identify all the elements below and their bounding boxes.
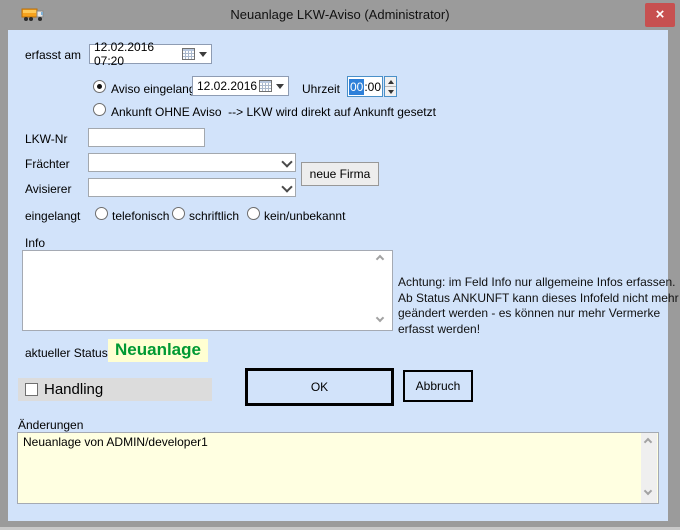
info-label: Info [25, 236, 45, 250]
uhrzeit-minutes[interactable]: 00 [368, 80, 381, 94]
status-badge: Neuanlage [108, 339, 208, 362]
warning-line: Ab Status ANKUNFT kann dieses Infofeld n… [398, 291, 679, 307]
close-button[interactable]: × [645, 3, 675, 27]
lkw-nr-label: LKW-Nr [25, 132, 67, 146]
ok-button-label: OK [311, 380, 328, 394]
radio-aviso-eingelangt-label: Aviso eingelangt [111, 82, 199, 96]
erfasst-am-datetime-picker[interactable]: 12.02.2016 07:20 [89, 44, 212, 64]
spinner-down-button[interactable] [385, 87, 396, 96]
fraechter-combobox[interactable] [88, 153, 296, 172]
calendar-icon [182, 48, 195, 60]
aviso-date-value: 12.02.2016 [197, 79, 257, 93]
radio-aviso-eingelangt[interactable] [93, 80, 106, 93]
radio-schriftlich[interactable] [172, 207, 185, 220]
fraechter-label: Frächter [25, 157, 70, 171]
info-textarea[interactable] [22, 250, 393, 331]
warning-line: geändert werden - es können nur mehr Ver… [398, 306, 679, 322]
time-spinner[interactable] [384, 76, 397, 97]
close-icon: × [656, 6, 665, 23]
radio-kein-unbekannt[interactable] [247, 207, 260, 220]
warning-line: Achtung: im Feld Info nur allgemeine Inf… [398, 275, 679, 291]
avisierer-label: Avisierer [25, 182, 71, 196]
chevron-down-icon [281, 181, 292, 192]
abbruch-button[interactable]: Abbruch [403, 370, 473, 402]
ok-button[interactable]: OK [245, 368, 394, 406]
arrow-up-icon [388, 80, 394, 84]
chevron-down-icon [276, 84, 284, 89]
radio-schriftlich-label: schriftlich [189, 209, 239, 223]
info-warning-text: Achtung: im Feld Info nur allgemeine Inf… [398, 275, 679, 337]
spinner-up-button[interactable] [385, 77, 396, 87]
warning-line: erfasst werden! [398, 322, 679, 338]
radio-ankunft-ohne-aviso-label: Ankunft OHNE Aviso --> LKW wird direkt a… [111, 105, 436, 119]
neue-firma-button[interactable]: neue Firma [301, 162, 379, 186]
chevron-down-icon [199, 52, 207, 57]
neue-firma-button-label: neue Firma [310, 167, 371, 181]
radio-kein-unbekannt-label: kein/unbekannt [264, 209, 345, 223]
uhrzeit-field[interactable]: 00:00 [347, 76, 383, 97]
calendar-icon [259, 80, 272, 92]
erfasst-am-value: 12.02.2016 07:20 [94, 40, 182, 68]
aenderungen-label: Änderungen [18, 418, 83, 432]
radio-ankunft-ohne-aviso[interactable] [93, 103, 106, 116]
handling-label: Handling [44, 381, 103, 398]
aenderungen-textarea[interactable]: Neuanlage von ADMIN/developer1 [17, 432, 659, 504]
uhrzeit-label: Uhrzeit [302, 82, 340, 96]
uhrzeit-hours[interactable]: 00 [349, 79, 364, 95]
abbruch-button-label: Abbruch [416, 379, 461, 393]
window-title: Neuanlage LKW-Aviso (Administrator) [0, 0, 680, 30]
chevron-down-icon [281, 156, 292, 167]
radio-telefonisch[interactable] [95, 207, 108, 220]
aviso-date-picker[interactable]: 12.02.2016 [192, 76, 289, 96]
eingelangt-label: eingelangt [25, 209, 80, 223]
lkw-nr-input[interactable] [88, 128, 205, 147]
radio-telefonisch-label: telefonisch [112, 209, 169, 223]
handling-checkbox[interactable] [25, 383, 38, 396]
aktueller-status-label: aktueller Status [25, 346, 108, 360]
erfasst-am-label: erfasst am [25, 48, 81, 62]
arrow-down-icon [388, 90, 394, 94]
avisierer-combobox[interactable] [88, 178, 296, 197]
